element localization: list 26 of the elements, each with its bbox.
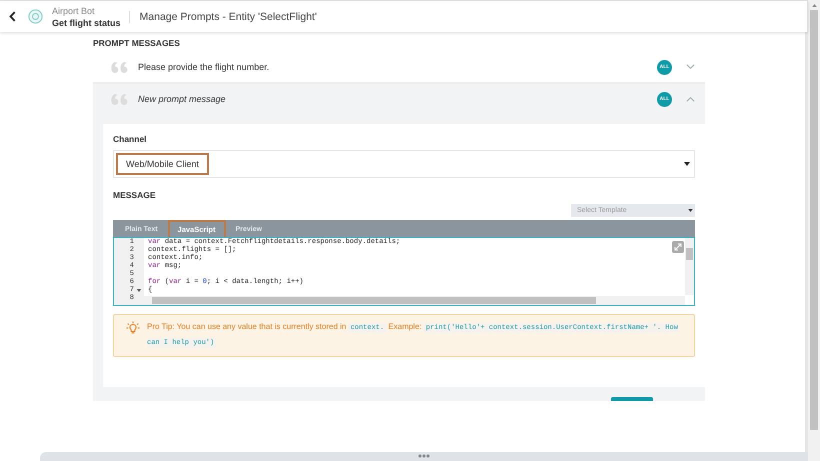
lightbulb-icon — [126, 321, 140, 335]
task-name: Get flight status — [52, 16, 121, 28]
drag-handle-icon[interactable] — [418, 454, 430, 458]
message-label: MESSAGE — [113, 190, 157, 202]
scroll-up-icon[interactable] — [812, 4, 816, 7]
page-title: Manage Prompts - Entity 'SelectFlight' — [140, 10, 317, 22]
prompt-text: New prompt message — [138, 94, 227, 104]
vertical-scrollbar[interactable] — [685, 238, 694, 295]
channel-value: Web/Mobile Client — [116, 153, 209, 175]
section-title: PROMPT MESSAGES — [93, 38, 181, 50]
horizontal-scrollbar[interactable] — [144, 296, 685, 305]
dropdown-caret-icon — [684, 162, 690, 166]
channel-select[interactable]: Web/Mobile Client — [113, 150, 695, 178]
bot-icon — [28, 9, 43, 24]
channel-label: Channel — [113, 134, 148, 146]
dropdown-caret-icon — [688, 209, 693, 212]
expand-icon[interactable] — [672, 241, 684, 253]
bot-name: Airport Bot — [52, 4, 96, 16]
back-icon[interactable] — [9, 11, 16, 22]
fold-icon[interactable] — [136, 288, 142, 292]
chevron-down-icon[interactable] — [686, 64, 695, 70]
quote-icon — [111, 62, 130, 72]
prompt-text: Please provide the flight number. — [138, 62, 270, 72]
chevron-up-icon[interactable] — [686, 96, 695, 102]
page-scrollbar[interactable] — [808, 0, 820, 461]
quote-icon — [111, 94, 130, 104]
